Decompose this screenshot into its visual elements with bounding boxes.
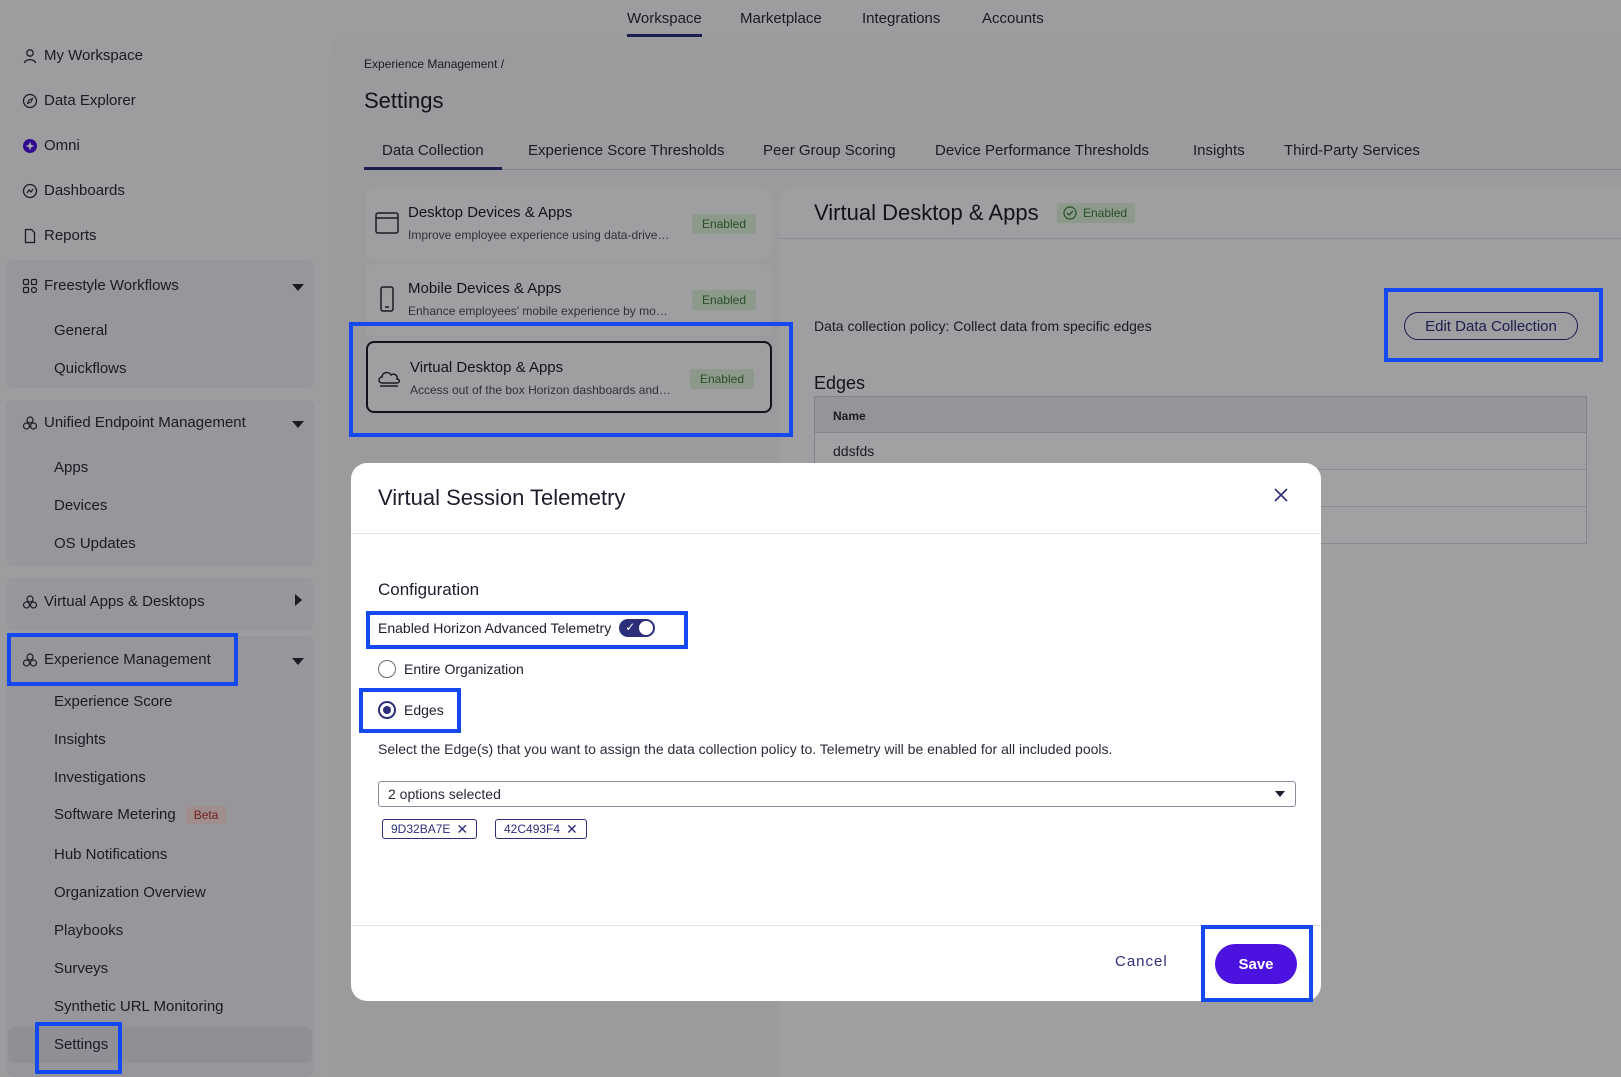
radio-button[interactable] <box>378 660 396 678</box>
chip-label: 9D32BA7E <box>391 822 451 836</box>
modal-title: Virtual Session Telemetry <box>378 485 626 510</box>
highlight-box <box>1384 288 1603 362</box>
edge-chip: 9D32BA7E ✕ <box>382 819 478 839</box>
highlight-box <box>1201 925 1313 1002</box>
configuration-heading: Configuration <box>378 580 480 599</box>
edges-hint-text: Select the Edge(s) that you want to assi… <box>378 741 1113 757</box>
divider <box>351 533 1321 534</box>
radio-entire-organization[interactable]: Entire Organization <box>378 660 524 678</box>
highlight-box <box>366 611 688 649</box>
edges-select[interactable]: 2 options selected <box>378 781 1296 807</box>
edge-chip: 42C493F4 ✕ <box>495 819 587 839</box>
chevron-down-icon <box>1275 791 1285 797</box>
close-icon[interactable] <box>1271 485 1291 505</box>
cancel-button[interactable]: Cancel <box>1115 953 1168 970</box>
divider <box>351 925 1321 926</box>
remove-chip-icon[interactable]: ✕ <box>566 822 578 836</box>
chip-label: 42C493F4 <box>504 822 561 836</box>
highlight-box <box>349 322 793 437</box>
highlight-box <box>359 688 461 733</box>
remove-chip-icon[interactable]: ✕ <box>456 822 468 836</box>
highlight-box <box>35 1022 122 1074</box>
virtual-session-telemetry-dialog: Virtual Session Telemetry Configuration … <box>351 463 1321 1002</box>
select-value: 2 options selected <box>388 786 501 802</box>
highlight-box <box>7 633 238 686</box>
radio-label: Entire Organization <box>404 661 524 677</box>
